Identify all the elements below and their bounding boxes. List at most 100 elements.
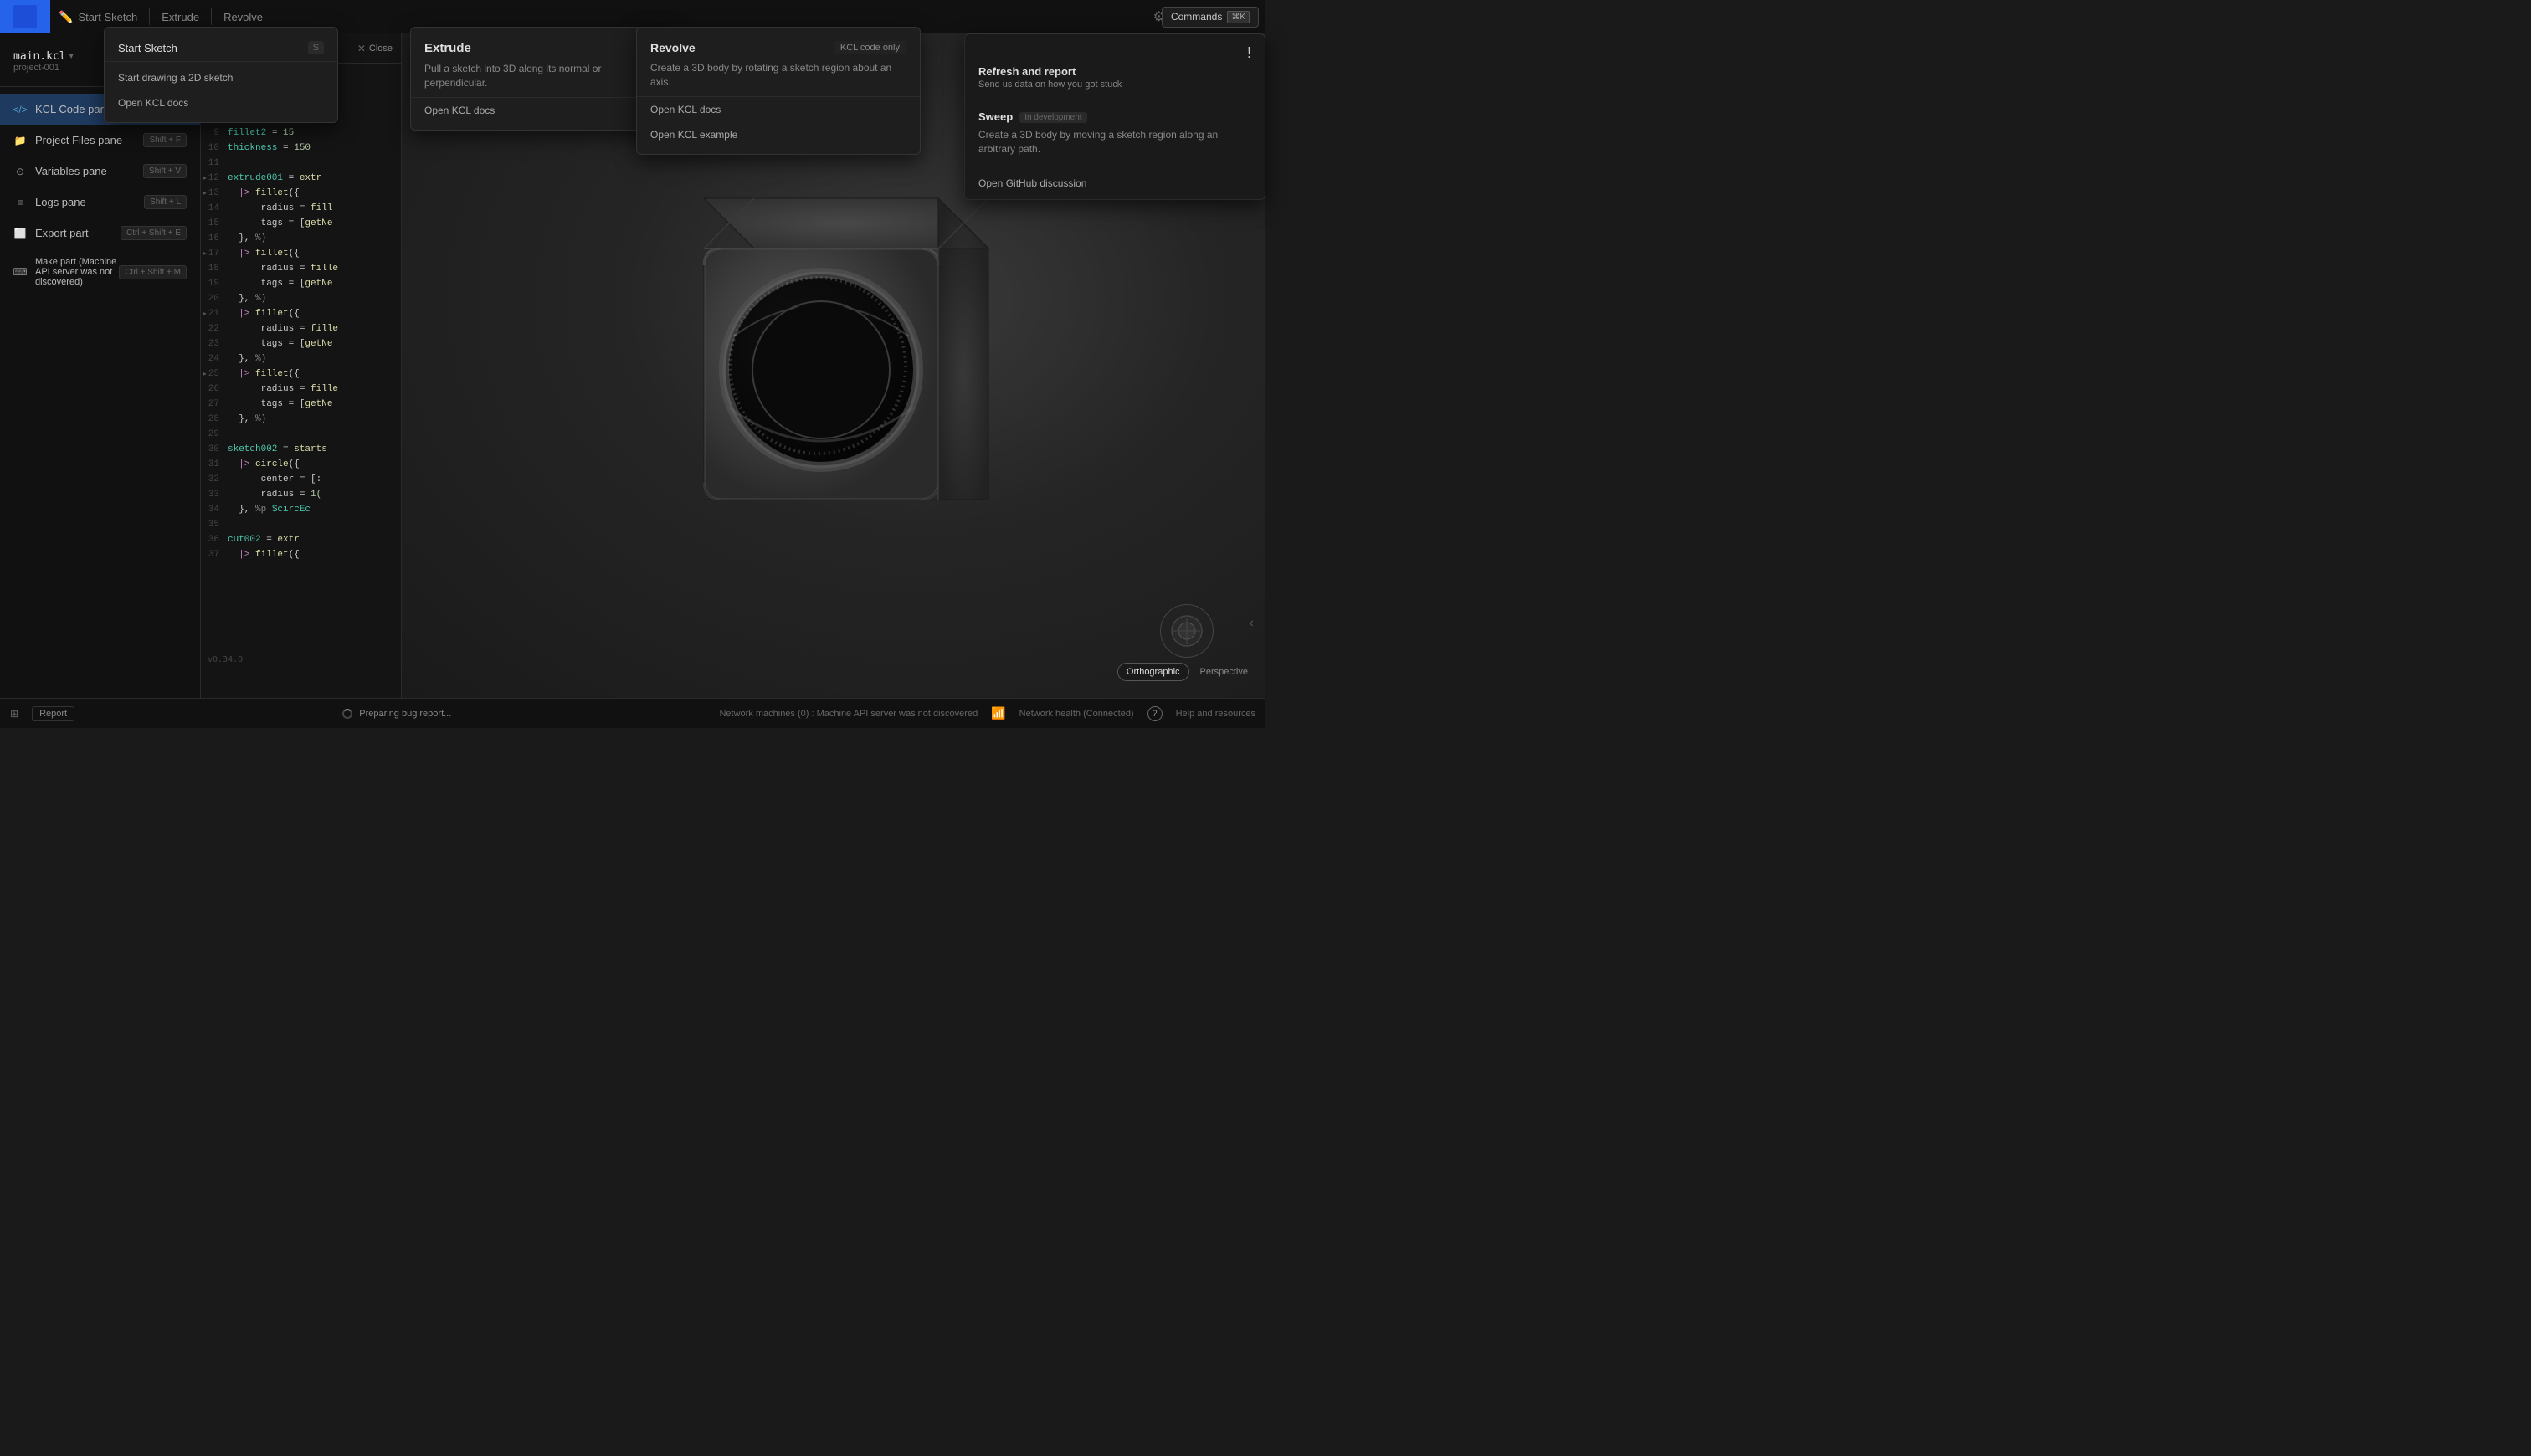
sweep-title-row: Sweep In development: [978, 110, 1251, 125]
network-status-text: Network machines (0) : Machine API serve…: [719, 709, 978, 719]
orthographic-button[interactable]: Orthographic: [1117, 663, 1189, 681]
code-line-33: 33 radius = 1(: [201, 489, 401, 504]
sidebar-item-export[interactable]: ⬜ Export part Ctrl + Shift + E: [0, 218, 200, 249]
variables-label: Variables pane: [35, 165, 107, 177]
code-line-27: 27 tags = [getNe: [201, 398, 401, 413]
variables-icon: ⊙: [13, 165, 27, 178]
refresh-title: Refresh and report: [978, 65, 1251, 78]
extrude-title: Extrude: [424, 41, 471, 55]
top-right-area: Commands ⌘K: [1162, 0, 1266, 33]
make-part-left: ⌨ Make part (Machine API server was not …: [13, 257, 119, 287]
filename: main.kcl: [13, 50, 66, 63]
code-line-14: 14 radius = fill: [201, 203, 401, 218]
status-bar: ⊞ Report Preparing bug report... Network…: [0, 698, 1266, 728]
project-files-left: 📁 Project Files pane: [13, 134, 122, 147]
code-line-34: 34 }, %p $circEc: [201, 504, 401, 519]
revolve-title: Revolve: [650, 41, 696, 54]
orthographic-label: Orthographic: [1127, 667, 1180, 677]
kcl-code-left: </> KCL Code pane: [13, 103, 112, 116]
code-line-18: 18 radius = fille: [201, 263, 401, 278]
code-line-24: 24 }, %): [201, 353, 401, 368]
toolbar-separator-1: [149, 8, 150, 25]
code-line-25: 25 |> fillet({: [201, 368, 401, 383]
projection-toggle: Orthographic Perspective: [1117, 663, 1257, 681]
code-line-26: 26 radius = fille: [201, 383, 401, 398]
start-sketch-item-1[interactable]: Start drawing a 2D sketch: [105, 65, 337, 90]
status-right: Network machines (0) : Machine API serve…: [719, 706, 1255, 721]
code-line-10: 10 thickness = 150: [201, 142, 401, 157]
revolve-dropdown: Revolve KCL code only Create a 3D body b…: [636, 27, 921, 155]
code-line-19: 19 tags = [getNe: [201, 278, 401, 293]
commands-shortcut-badge: ⌘K: [1227, 11, 1250, 23]
start-sketch-label: Start Sketch: [78, 11, 137, 23]
make-part-label: Make part (Machine API server was not di…: [35, 257, 119, 287]
code-panel: </> KCL Code ··· ✕ Close 5 |> lineTo([0,…: [201, 33, 402, 698]
close-label: Close: [369, 44, 393, 54]
code-content[interactable]: 5 |> lineTo([0, 0 6 |> close(%, $ed 7 8 …: [201, 64, 401, 698]
nav-cube[interactable]: [1160, 604, 1214, 658]
code-line-31: 31 |> circle({: [201, 459, 401, 474]
variables-left: ⊙ Variables pane: [13, 165, 107, 178]
preparing-message: Preparing bug report...: [359, 709, 451, 719]
help-button[interactable]: ?: [1147, 706, 1163, 721]
toolbar-separator-2: [211, 8, 212, 25]
report-button[interactable]: Report: [32, 706, 74, 721]
filename-chevron[interactable]: ▾: [69, 52, 74, 61]
code-line-21: 21 |> fillet({: [201, 308, 401, 323]
sidebar-item-variables[interactable]: ⊙ Variables pane Shift + V: [0, 156, 200, 187]
export-shortcut: Ctrl + Shift + E: [121, 226, 187, 240]
code-line-11: 11: [201, 157, 401, 172]
right-panel: ! Refresh and report Send us data on how…: [964, 33, 1266, 200]
code-line-20: 20 }, %): [201, 293, 401, 308]
sidebar-item-project-files[interactable]: 📁 Project Files pane Shift + F: [0, 125, 200, 156]
viewport-nav: Orthographic Perspective: [1117, 604, 1257, 681]
code-panel-close[interactable]: ✕ Close: [357, 43, 393, 54]
revolve-header: Revolve KCL code only: [637, 34, 920, 58]
pencil-icon: ✏️: [59, 10, 73, 24]
refresh-subtitle: Send us data on how you got stuck: [978, 79, 1251, 90]
logs-icon: ≡: [13, 196, 27, 209]
sidebar: main.kcl ▾ project-001 </> KCL Code pane…: [0, 33, 201, 698]
code-line-23: 23 tags = [getNe: [201, 338, 401, 353]
sweep-description: Create a 3D body by moving a sketch regi…: [978, 128, 1251, 156]
sidebar-item-make-part[interactable]: ⌨ Make part (Machine API server was not …: [0, 249, 200, 295]
start-sketch-dropdown-shortcut: S: [308, 41, 324, 54]
sweep-title: Sweep: [978, 110, 1013, 123]
make-icon: ⌨: [13, 265, 27, 279]
project-files-label: Project Files pane: [35, 134, 122, 146]
sidebar-item-logs[interactable]: ≡ Logs pane Shift + L: [0, 187, 200, 218]
perspective-button[interactable]: Perspective: [1191, 663, 1257, 681]
commands-button[interactable]: Commands ⌘K: [1162, 7, 1259, 28]
github-link-label: Open GitHub discussion: [978, 177, 1086, 189]
github-discussion-link[interactable]: Open GitHub discussion: [978, 177, 1251, 189]
start-sketch-item-2[interactable]: Open KCL docs: [105, 90, 337, 115]
revolve-kcl-docs-link[interactable]: Open KCL docs: [637, 97, 920, 122]
make-part-shortcut: Ctrl + Shift + M: [119, 265, 187, 279]
code-line-29: 29: [201, 428, 401, 443]
revolve-kcl-only: KCL code only: [834, 41, 906, 54]
code-line-37: 37 |> fillet({: [201, 549, 401, 564]
start-sketch-dropdown-title: Start Sketch: [118, 42, 177, 54]
refresh-section: Refresh and report Send us data on how y…: [978, 65, 1251, 100]
code-line-22: 22 radius = fille: [201, 323, 401, 338]
revolve-description: Create a 3D body by rotating a sketch re…: [637, 58, 920, 97]
project-files-shortcut: Shift + F: [143, 133, 187, 147]
code-line-32: 32 center = [:: [201, 474, 401, 489]
version-text: v0.34.0: [208, 655, 243, 664]
loading-spinner: [342, 709, 352, 719]
help-resources-label: Help and resources: [1176, 709, 1255, 719]
code-line-13: 13 |> fillet({: [201, 187, 401, 203]
sweep-section: Sweep In development Create a 3D body by…: [978, 110, 1251, 167]
adjust-icon[interactable]: ⊞: [10, 708, 18, 720]
code-line-17: 17 |> fillet({: [201, 248, 401, 263]
export-label: Export part: [35, 227, 89, 239]
code-line-9: 9 fillet2 = 15: [201, 127, 401, 142]
network-health-label: Network health (Connected): [1019, 709, 1134, 719]
start-sketch-dropdown: Start Sketch S Start drawing a 2D sketch…: [104, 27, 338, 123]
wifi-icon: 📶: [991, 706, 1005, 720]
logo-inner: [13, 5, 37, 28]
code-line-35: 35: [201, 519, 401, 534]
app-logo[interactable]: [0, 0, 50, 33]
revolve-kcl-example-link[interactable]: Open KCL example: [637, 122, 920, 147]
close-x-icon: ✕: [357, 43, 366, 54]
